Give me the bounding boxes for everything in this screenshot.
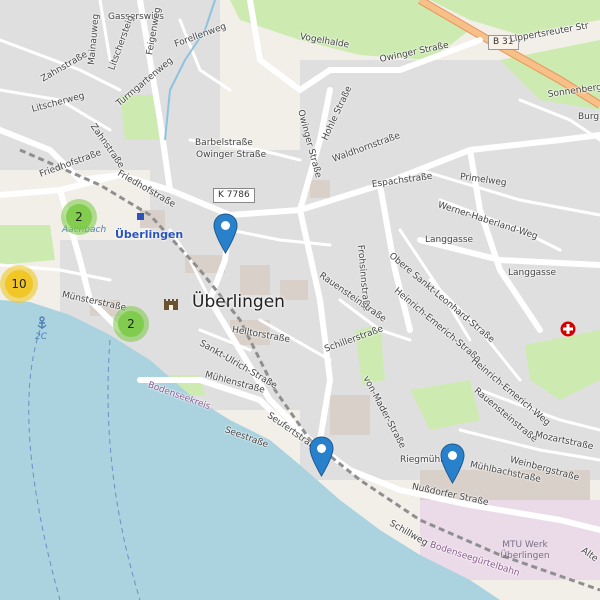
map-pin-icon[interactable] — [440, 443, 465, 484]
map-canvas[interactable]: B 31 K 7786 Gasserswies Mainauweg Zahnst… — [0, 0, 600, 600]
cluster-marker[interactable]: 2 — [113, 306, 149, 342]
cluster-count: 2 — [127, 317, 135, 331]
street-label: Barbelstraße — [195, 138, 253, 148]
street-label: Burgb — [578, 112, 600, 122]
street-label: Langgasse — [425, 235, 474, 245]
street-label: Owinger Straße — [196, 150, 267, 160]
cluster-marker[interactable]: 2 — [61, 199, 97, 235]
hospital-icon — [560, 321, 576, 337]
cluster-count: 10 — [11, 277, 27, 291]
map-pin-icon[interactable] — [213, 213, 238, 254]
train-station-icon — [137, 213, 144, 220]
station-label: Überlingen — [115, 228, 184, 241]
industrial-label: MTU Werk Überlingen — [500, 540, 550, 561]
map-pin-icon[interactable] — [309, 436, 334, 477]
k7786-shield: K 7786 — [213, 188, 255, 203]
cluster-marker[interactable]: 10 — [0, 265, 38, 303]
city-label: Überlingen — [192, 292, 285, 312]
anchor-icon — [37, 316, 47, 329]
ferry-label: 2C — [35, 332, 48, 342]
cluster-count: 2 — [75, 210, 83, 224]
castle-icon — [164, 299, 178, 310]
street-label: Langgasse — [508, 268, 557, 278]
